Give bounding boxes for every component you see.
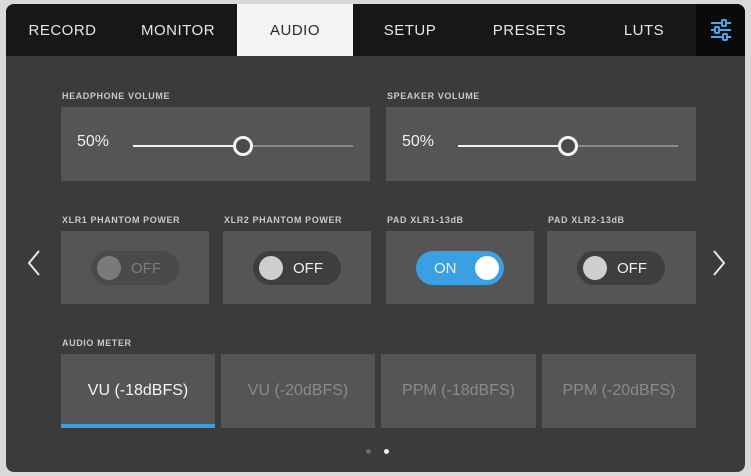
tab-bar: RECORD MONITOR AUDIO SETUP PRESETS LUTS [6,4,745,56]
audio-meter-option-label: VU (-20dBFS) [247,382,349,399]
audio-meter-option-label: VU (-18dBFS) [87,382,189,399]
tab-presets[interactable]: PRESETS [467,4,592,56]
audio-meter-option-vu-18[interactable]: VU (-18dBFS) [61,354,215,428]
headphone-volume-thumb[interactable] [233,136,253,156]
speaker-volume-fill [458,145,568,147]
pad-xlr2-panel: OFF [547,231,696,304]
speaker-volume-label: SPEAKER VOLUME [387,91,480,101]
settings-menu-button[interactable] [696,4,745,56]
page-dot-2[interactable] [384,449,389,454]
xlr1-phantom-power-label: XLR1 PHANTOM POWER [62,215,181,225]
speaker-volume-thumb[interactable] [558,136,578,156]
xlr1-phantom-power-panel: OFF [61,231,209,304]
audio-meter-option-vu-20[interactable]: VU (-20dBFS) [221,354,375,428]
toggle-knob [259,256,283,280]
toggle-state-text: OFF [293,260,323,277]
headphone-volume-label: HEADPHONE VOLUME [62,91,171,101]
next-page-button[interactable] [709,248,729,278]
pad-xlr1-label: PAD XLR1-13dB [387,215,464,225]
headphone-volume-panel: 50% [61,107,370,181]
page-dot-1[interactable] [366,449,371,454]
xlr2-phantom-power-toggle[interactable]: OFF [253,251,341,285]
xlr2-phantom-power-label: XLR2 PHANTOM POWER [224,215,343,225]
xlr1-phantom-power-toggle: OFF [91,251,179,285]
audio-meter-option-label: PPM (-18dBFS) [402,382,515,399]
toggle-knob [475,256,499,280]
audio-meter-label: AUDIO METER [62,338,132,348]
previous-page-button[interactable] [24,248,44,278]
toggle-state-text: OFF [131,260,161,277]
tab-record[interactable]: RECORD [6,4,119,56]
toggle-knob [583,256,607,280]
toggle-knob [97,256,121,280]
tab-setup[interactable]: SETUP [353,4,467,56]
audio-meter-option-label: PPM (-20dBFS) [562,382,676,399]
headphone-volume-fill [133,145,243,147]
headphone-volume-slider[interactable] [133,136,353,156]
selected-indicator [61,424,215,428]
xlr2-phantom-power-panel: OFF [223,231,371,304]
toggle-state-text: ON [434,260,457,277]
speaker-volume-slider[interactable] [458,136,678,156]
headphone-volume-value: 50% [77,133,110,150]
audio-meter-option-ppm-18[interactable]: PPM (-18dBFS) [381,354,536,428]
speaker-volume-value: 50% [402,133,435,150]
pad-xlr2-label: PAD XLR2-13dB [548,215,625,225]
pad-xlr1-panel: ON [386,231,534,304]
pad-xlr1-toggle[interactable]: ON [416,251,504,285]
audio-settings-screen: RECORD MONITOR AUDIO SETUP PRESETS LUTS … [6,4,745,472]
tab-monitor[interactable]: MONITOR [119,4,237,56]
tab-audio[interactable]: AUDIO [237,4,353,56]
audio-meter-option-ppm-20[interactable]: PPM (-20dBFS) [542,354,696,428]
tab-luts[interactable]: LUTS [592,4,696,56]
pad-xlr2-toggle[interactable]: OFF [577,251,665,285]
speaker-volume-panel: 50% [386,107,696,181]
chevron-right-icon [713,250,726,276]
toggle-state-text: OFF [617,260,647,277]
chevron-left-icon [27,250,40,276]
sliders-icon [710,19,731,41]
